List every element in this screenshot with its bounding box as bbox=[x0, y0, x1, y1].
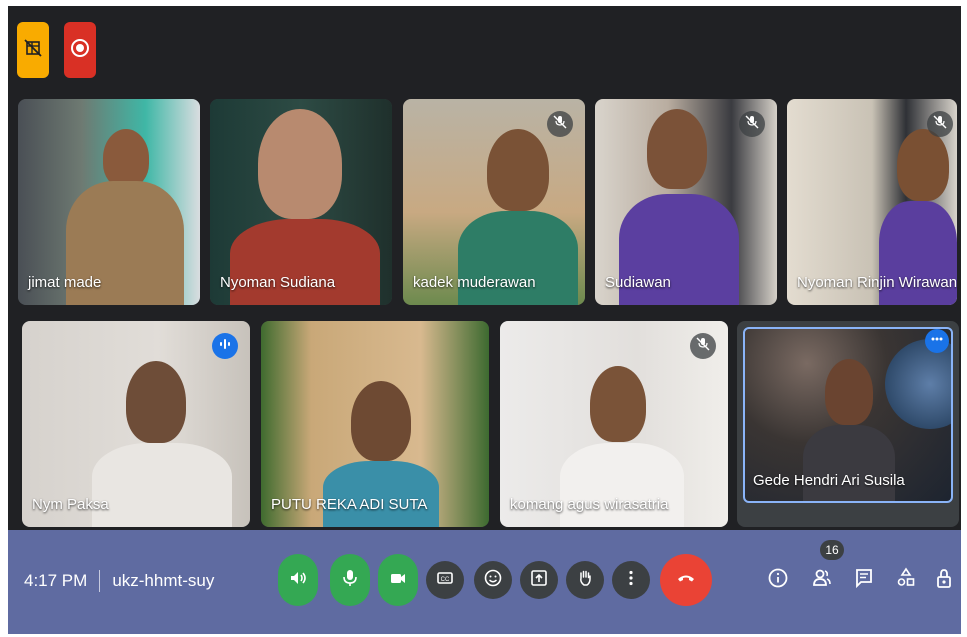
more-options-button[interactable] bbox=[925, 329, 949, 353]
participant-video bbox=[351, 381, 411, 461]
control-bar: 4:17 PM ukz-hhmt-suy CC 16 bbox=[8, 530, 961, 634]
volume-icon bbox=[288, 568, 308, 593]
participant-name: Nyoman Sudiana bbox=[220, 274, 336, 291]
emoji-icon bbox=[483, 568, 503, 593]
participant-name: kadek muderawan bbox=[413, 274, 536, 291]
muted-indicator bbox=[927, 111, 953, 137]
participant-tile[interactable]: kadek muderawan bbox=[403, 99, 585, 305]
present-icon bbox=[529, 568, 549, 593]
participant-video bbox=[897, 129, 949, 201]
participant-count-badge: 16 bbox=[820, 540, 844, 560]
info-icon bbox=[767, 567, 789, 594]
svg-text:CC: CC bbox=[441, 577, 450, 583]
raise-hand-icon bbox=[575, 568, 595, 593]
captions-button[interactable]: CC bbox=[426, 561, 464, 599]
chat-button[interactable] bbox=[850, 566, 878, 594]
leave-call-button[interactable] bbox=[660, 554, 712, 606]
participant-name: Gede Hendri Ari Susila bbox=[753, 472, 905, 489]
participant-name: Sudiawan bbox=[605, 274, 671, 291]
participant-name: PUTU REKA ADI SUTA bbox=[271, 496, 428, 513]
participant-tile[interactable]: Nyoman Sudiana bbox=[210, 99, 392, 305]
more-vert-icon bbox=[621, 568, 641, 593]
muted-indicator bbox=[690, 333, 716, 359]
meeting-info: 4:17 PM ukz-hhmt-suy bbox=[24, 570, 214, 592]
participant-tile[interactable]: komang agus wirasatria bbox=[500, 321, 728, 527]
more-horiz-icon bbox=[930, 332, 944, 351]
more-options-button[interactable] bbox=[612, 561, 650, 599]
participant-name: Nyoman Rinjin Wirawan bbox=[797, 274, 957, 291]
no-grid-icon bbox=[24, 38, 42, 62]
activities-button[interactable] bbox=[892, 566, 920, 594]
mic-off-icon bbox=[696, 337, 710, 356]
microphone-button[interactable] bbox=[330, 554, 370, 606]
participant-video bbox=[825, 359, 873, 425]
present-button[interactable] bbox=[520, 561, 558, 599]
video-stage: jimat made Nyoman Sudiana kadek muderawa… bbox=[8, 6, 961, 530]
muted-indicator bbox=[739, 111, 765, 137]
participant-video bbox=[126, 361, 186, 443]
muted-indicator bbox=[547, 111, 573, 137]
participant-video bbox=[103, 129, 149, 187]
camera-icon bbox=[388, 568, 408, 593]
reactions-button[interactable] bbox=[474, 561, 512, 599]
participant-tile[interactable]: PUTU REKA ADI SUTA bbox=[261, 321, 489, 527]
participant-video bbox=[647, 109, 707, 189]
host-controls-button[interactable] bbox=[930, 566, 958, 594]
meeting-details-button[interactable] bbox=[764, 566, 792, 594]
participant-video bbox=[258, 109, 342, 219]
participant-name: jimat made bbox=[28, 274, 102, 291]
mic-off-icon bbox=[745, 115, 759, 134]
meeting-code: ukz-hhmt-suy bbox=[112, 571, 215, 590]
hide-tiles-button[interactable] bbox=[17, 22, 49, 78]
speaker-button[interactable] bbox=[278, 554, 318, 606]
chat-icon bbox=[853, 567, 875, 594]
participant-tile[interactable]: Sudiawan bbox=[595, 99, 777, 305]
mic-off-icon bbox=[553, 115, 567, 134]
camera-button[interactable] bbox=[378, 554, 418, 606]
divider bbox=[99, 570, 101, 592]
raise-hand-button[interactable] bbox=[566, 561, 604, 599]
captions-icon: CC bbox=[435, 568, 455, 593]
people-button[interactable] bbox=[808, 566, 836, 594]
recording-button[interactable] bbox=[64, 22, 96, 78]
mic-off-icon bbox=[933, 115, 947, 134]
current-time: 4:17 PM bbox=[24, 571, 88, 590]
mic-icon bbox=[340, 568, 360, 593]
activities-icon bbox=[895, 567, 917, 594]
participant-name: komang agus wirasatria bbox=[510, 496, 669, 513]
participant-tile[interactable]: jimat made bbox=[18, 99, 200, 305]
participant-tile[interactable]: Nyoman Rinjin Wirawan bbox=[787, 99, 957, 305]
host-controls-icon bbox=[933, 567, 955, 594]
participant-tile[interactable]: Nym Paksa bbox=[22, 321, 250, 527]
speaking-indicator bbox=[212, 333, 238, 359]
people-icon bbox=[811, 567, 833, 594]
participant-video bbox=[487, 129, 549, 211]
record-icon bbox=[70, 38, 90, 63]
end-call-icon bbox=[675, 567, 697, 594]
audio-level-icon bbox=[218, 337, 232, 356]
participant-video bbox=[590, 366, 646, 442]
participant-name: Nym Paksa bbox=[32, 496, 109, 513]
participant-tile-self[interactable]: Gede Hendri Ari Susila bbox=[737, 321, 959, 527]
